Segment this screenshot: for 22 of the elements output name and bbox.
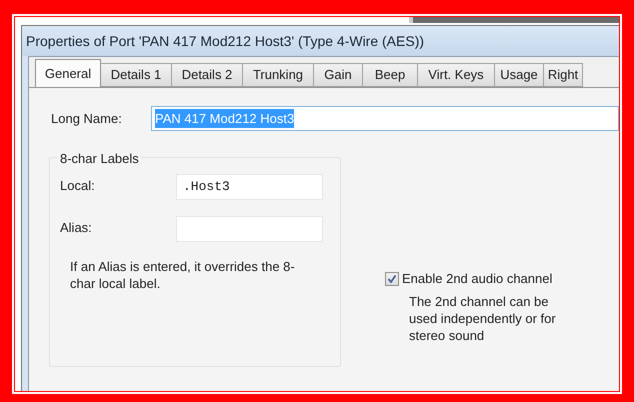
- field-label: Local:: [60, 177, 96, 195]
- field-label: Alias:: [60, 219, 93, 237]
- checkmark-icon: [387, 274, 397, 284]
- tab[interactable]: Right: [543, 63, 583, 87]
- channel-description: The 2nd channel can be used independently or for stereo sound: [409, 292, 557, 344]
- tab[interactable]: Details 1: [100, 63, 172, 87]
- tab[interactable]: General: [35, 59, 101, 87]
- text-field[interactable]: [176, 216, 323, 242]
- long-name-label: Long Name:: [50, 110, 123, 128]
- tab[interactable]: Beep: [362, 63, 418, 87]
- checkbox[interactable]: [385, 272, 399, 286]
- tab[interactable]: Details 2: [171, 63, 243, 87]
- tab[interactable]: Trunking: [242, 63, 314, 87]
- selected-text: PAN 417 Mod212 Host3: [155, 108, 294, 128]
- tab[interactable]: Gain: [313, 63, 363, 87]
- field-value: .Host3: [183, 178, 230, 196]
- text-field[interactable]: .Host3: [176, 174, 323, 200]
- window-title: Properties of Port 'PAN 417 Mod212 Host3' (Type 4-Wire (AES)): [26, 32, 424, 51]
- tab[interactable]: Virt. Keys: [417, 63, 495, 87]
- alias-note: If an Alias is entered, it overrides the 8-char local label.: [69, 258, 296, 292]
- checkbox-label: Enable 2nd audio channel: [402, 270, 552, 288]
- tab[interactable]: Usage: [494, 63, 544, 87]
